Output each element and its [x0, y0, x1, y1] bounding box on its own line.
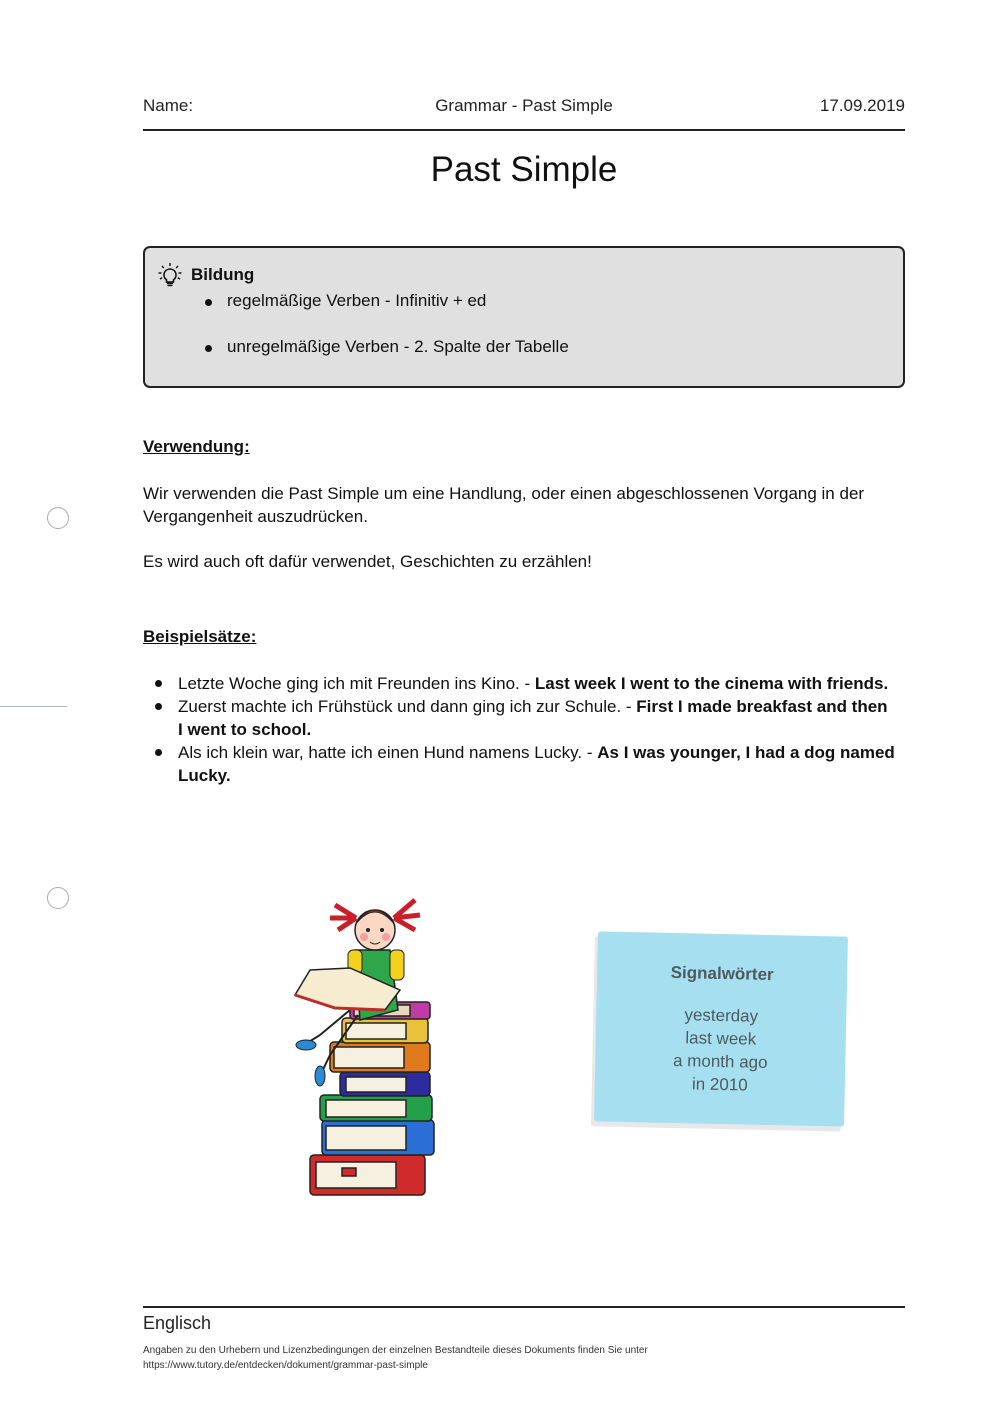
footer-subject: Englisch: [143, 1313, 212, 1333]
examples-list: Letzte Woche ging ich mit Freunden ins K…: [155, 672, 895, 787]
usage-paragraph: Wir verwenden die Past Simple um eine Ha…: [143, 484, 865, 526]
bullet-icon: [155, 703, 162, 710]
info-box-header: Bildung: [157, 262, 254, 288]
lightbulb-icon: [158, 263, 182, 287]
example-item: Zuerst machte ich Frühstück und dann gin…: [155, 695, 895, 741]
signal-words-note: Signalwörter yesterday last week a month…: [594, 931, 848, 1127]
info-box-bildung: Bildung regelmäßige Verben - Infinitiv +…: [143, 246, 905, 388]
bullet-icon: [155, 749, 162, 756]
signal-words-list: yesterday last week a month ago in 2010: [595, 1001, 847, 1098]
info-list-item-text: regelmäßige Verben - Infinitiv + ed: [227, 291, 487, 310]
bullet-icon: [155, 680, 162, 687]
example-german: Als ich klein war, hatte ich einen Hund …: [178, 743, 598, 762]
punch-hole-mark: [47, 887, 69, 909]
example-german: Letzte Woche ging ich mit Freunden ins K…: [178, 674, 535, 693]
info-list-item: regelmäßige Verben - Infinitiv + ed: [205, 291, 486, 311]
info-box-heading: Bildung: [191, 265, 255, 284]
example-item: Letzte Woche ging ich mit Freunden ins K…: [155, 672, 895, 695]
info-list-item-text: unregelmäßige Verben - 2. Spalte der Tab…: [227, 337, 569, 356]
license-text: Angaben zu den Urhebern und Lizenzbeding…: [143, 1345, 648, 1356]
info-list-item: unregelmäßige Verben - 2. Spalte der Tab…: [205, 337, 569, 357]
signal-words-title: Signalwörter: [670, 962, 774, 985]
example-english: Last week I went to the cinema with frie…: [534, 674, 889, 693]
document-date: 17.09.2019: [819, 96, 905, 115]
footer-license: Angaben zu den Urhebern und Lizenzbeding…: [143, 1343, 648, 1373]
examples-heading: Beispielsätze:: [143, 627, 257, 646]
girl-reading-books-illustration: [293, 898, 435, 1196]
page-title: Past Simple: [430, 150, 618, 189]
usage-paragraph: Es wird auch oft dafür verwendet, Geschi…: [143, 552, 592, 571]
usage-heading: Verwendung:: [143, 437, 250, 456]
fold-mark: [0, 706, 67, 707]
header-divider: [143, 129, 905, 131]
bullet-icon: [205, 345, 212, 352]
license-url[interactable]: https://www.tutory.de/entdecken/dokument…: [143, 1358, 648, 1373]
example-item: Als ich klein war, hatte ich einen Hund …: [155, 741, 895, 787]
bullet-icon: [205, 299, 212, 306]
example-german: Zuerst machte ich Frühstück und dann gin…: [178, 697, 637, 716]
footer-divider: [143, 1306, 905, 1308]
signal-word: in 2010: [691, 1074, 748, 1095]
punch-hole-mark: [47, 507, 69, 529]
